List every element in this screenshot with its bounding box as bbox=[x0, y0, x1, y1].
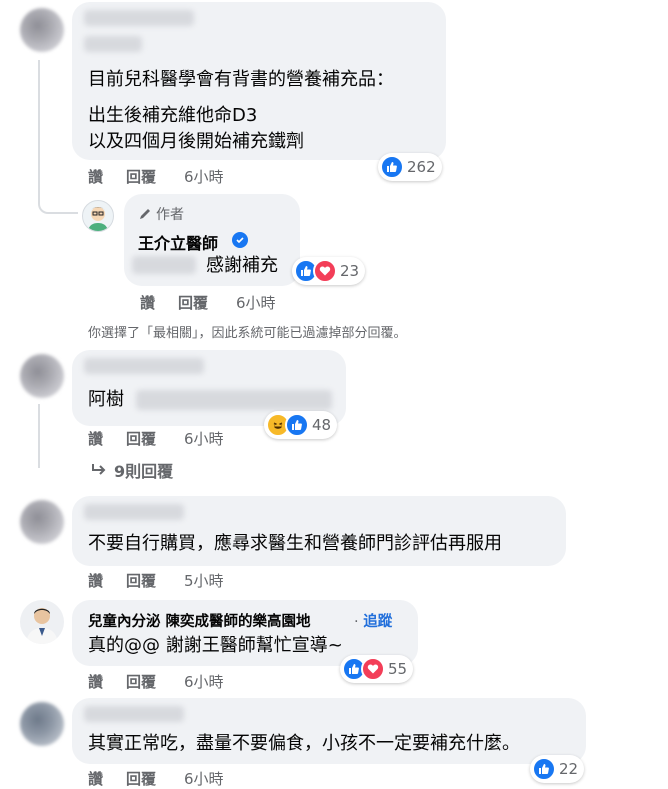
timestamp[interactable]: 6小時 bbox=[236, 292, 276, 313]
comment-text-line: 目前兒科醫學會有背書的營養補充品： bbox=[88, 69, 394, 90]
reply-button[interactable]: 回覆 bbox=[126, 768, 184, 789]
author-badge: 作者 bbox=[138, 204, 184, 224]
reply-actions: 讚 回覆 6小時 bbox=[140, 292, 276, 313]
filter-note: 你選擇了「最相關」，因此系統可能已過濾掉部分回覆。 bbox=[88, 326, 407, 341]
reaction-summary[interactable]: 48 bbox=[264, 411, 338, 439]
more-replies-label: 9則回覆 bbox=[114, 462, 174, 481]
comment-actions: 讚 回覆 6小時 bbox=[88, 428, 224, 449]
commenter-avatar[interactable] bbox=[20, 500, 64, 544]
commenter-avatar[interactable] bbox=[20, 8, 64, 52]
timestamp[interactable]: 6小時 bbox=[184, 768, 224, 789]
verified-icon bbox=[232, 232, 248, 248]
comment-text: 不要自行購買，應尋求醫生和營養師門診評估再服用 bbox=[88, 533, 502, 554]
follow-row: · 追蹤 bbox=[354, 610, 392, 631]
reply-button[interactable]: 回覆 bbox=[126, 428, 184, 449]
reply-button[interactable]: 回覆 bbox=[126, 671, 184, 692]
thread-line bbox=[38, 60, 78, 214]
thread-line bbox=[38, 404, 40, 468]
like-button[interactable]: 讚 bbox=[88, 166, 126, 187]
author-badge-label: 作者 bbox=[156, 207, 184, 223]
love-reaction-icon bbox=[361, 657, 385, 681]
like-button[interactable]: 讚 bbox=[88, 671, 126, 692]
reaction-summary[interactable]: 23 bbox=[292, 257, 366, 285]
timestamp[interactable]: 6小時 bbox=[184, 428, 224, 449]
reply-bubble: 作者 王介立醫師 感謝補充 bbox=[124, 194, 300, 286]
commenter-avatar[interactable] bbox=[20, 354, 64, 398]
pencil-icon bbox=[140, 209, 150, 219]
reaction-count: 23 bbox=[340, 262, 360, 280]
timestamp[interactable]: 6小時 bbox=[184, 166, 224, 187]
comment-actions: 讚 回覆 6小時 bbox=[88, 671, 224, 692]
blurred-commenter-name bbox=[84, 706, 184, 722]
like-button[interactable]: 讚 bbox=[88, 428, 126, 449]
comment-actions: 讚 回覆 5小時 bbox=[88, 570, 224, 591]
like-reaction-icon bbox=[285, 413, 309, 437]
follow-button[interactable]: 追蹤 bbox=[363, 614, 392, 630]
like-reaction-icon bbox=[380, 155, 404, 179]
blurred-commenter-name bbox=[84, 358, 204, 374]
comment-text: 真的@@ 謝謝王醫師幫忙宣導~ bbox=[88, 635, 343, 656]
author-name[interactable]: 王介立醫師 bbox=[138, 230, 218, 254]
comment-actions: 讚 回覆 6小時 bbox=[88, 166, 224, 187]
comment-bubble: 其實正常吃，盡量不要偏食，小孩不一定要補充什麼。 bbox=[72, 698, 586, 764]
reply-arrow-icon bbox=[92, 464, 106, 475]
comment-bubble: 目前兒科醫學會有背書的營養補充品： 出生後補充維他命D3 以及四個月後開始補充鐵… bbox=[72, 2, 446, 160]
like-button[interactable]: 讚 bbox=[88, 768, 126, 789]
comment-bubble: 不要自行購買，應尋求醫生和營養師門診評估再服用 bbox=[72, 496, 566, 566]
comment-text: 其實正常吃，盡量不要偏食，小孩不一定要補充什麼。 bbox=[88, 733, 520, 754]
reaction-count: 55 bbox=[388, 660, 408, 678]
comment-text-line: 出生後補充維他命D3 bbox=[88, 105, 258, 126]
reaction-count: 262 bbox=[407, 158, 436, 176]
reply-button[interactable]: 回覆 bbox=[178, 292, 236, 313]
like-reaction-icon bbox=[532, 757, 556, 781]
view-more-replies-link[interactable]: 9則回覆 bbox=[90, 458, 173, 482]
love-reaction-icon bbox=[313, 259, 337, 283]
like-button[interactable]: 讚 bbox=[140, 292, 178, 313]
reaction-summary[interactable]: 55 bbox=[340, 655, 414, 683]
commenter-name[interactable]: 兒童內分泌 陳奕成醫師的樂高園地 bbox=[88, 610, 311, 631]
timestamp[interactable]: 5小時 bbox=[184, 570, 224, 591]
reaction-count: 22 bbox=[559, 760, 579, 778]
doctor-avatar[interactable] bbox=[20, 600, 64, 644]
reply-button[interactable]: 回覆 bbox=[126, 570, 184, 591]
commenter-avatar[interactable] bbox=[20, 702, 64, 746]
reply-button[interactable]: 回覆 bbox=[126, 166, 184, 187]
separator-dot: · bbox=[354, 614, 364, 630]
reaction-summary[interactable]: 262 bbox=[378, 153, 442, 181]
reply-text: 感謝補充 bbox=[206, 255, 278, 276]
like-button[interactable]: 讚 bbox=[88, 570, 126, 591]
blurred-commenter-name bbox=[84, 10, 194, 26]
blurred-mention bbox=[132, 256, 196, 274]
comment-actions: 讚 回覆 6小時 bbox=[88, 768, 224, 789]
blurred-commenter-name bbox=[84, 504, 184, 520]
comment-text: 阿樹 bbox=[88, 389, 124, 410]
reaction-summary[interactable]: 22 bbox=[530, 755, 585, 783]
timestamp[interactable]: 6小時 bbox=[184, 671, 224, 692]
blurred-commenter-name bbox=[84, 36, 142, 52]
reaction-count: 48 bbox=[312, 416, 332, 434]
doctor-avatar[interactable] bbox=[82, 200, 114, 232]
blurred-mention bbox=[136, 390, 332, 410]
comment-text-line: 以及四個月後開始補充鐵劑 bbox=[88, 131, 304, 152]
